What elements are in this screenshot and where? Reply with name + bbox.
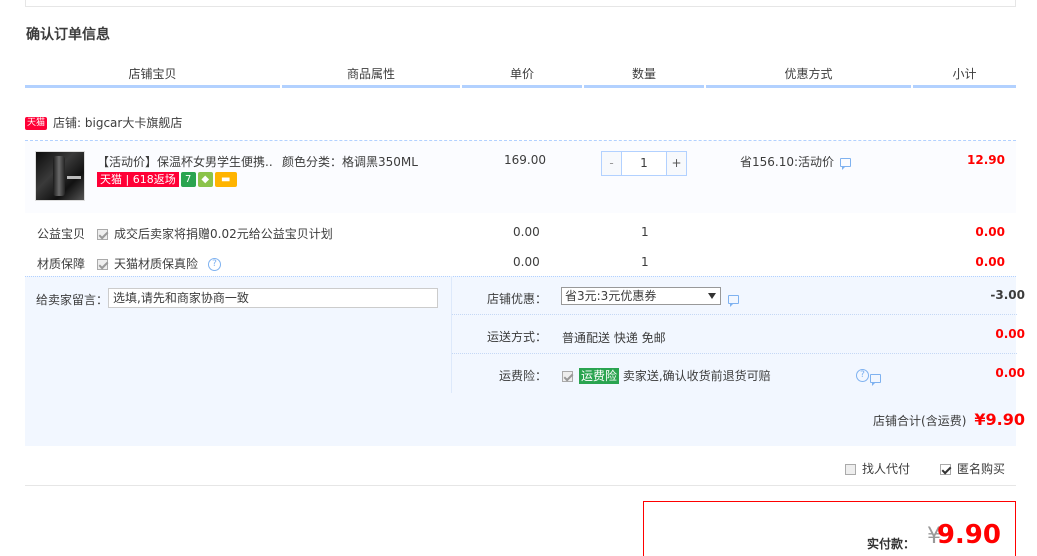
insurance-desc: 卖家送,确认收货前退货可赔 (622, 369, 771, 383)
anonymous-checkbox[interactable] (940, 464, 951, 475)
charity-checkbox[interactable] (97, 229, 108, 240)
store-discount-value: -3.00 (990, 288, 1025, 302)
proxy-pay-checkbox[interactable] (845, 464, 856, 475)
chat-icon[interactable] (840, 158, 852, 170)
service-material: 天猫材质保真险? (97, 255, 222, 272)
material-desc: 天猫材质保真险 (114, 257, 199, 271)
insurance-label: 运费险： (498, 369, 547, 383)
store-discount-label: 店铺优惠： (486, 292, 547, 306)
insurance-amount: 0.00 (995, 366, 1025, 380)
store-total-value: ¥9.90 (974, 410, 1025, 429)
help-icon[interactable]: ? (208, 258, 222, 271)
qty-minus-button[interactable]: - (602, 152, 622, 175)
thumbnail-text-mark (67, 176, 81, 179)
col-attributes: 商品属性 (282, 60, 460, 88)
credit-card-icon[interactable]: ▬ (214, 172, 237, 187)
anonymous-label: 匿名购买 (957, 462, 1006, 476)
service-charity-label: 公益宝贝 (37, 227, 86, 241)
store-name-link[interactable]: 店铺: bigcar大卡旗舰店 (53, 116, 182, 130)
payment-box: 实付款： ¥ 9.90 (643, 501, 1016, 556)
proxy-pay-label: 找人代付 (862, 462, 911, 476)
material-subtotal: 0.00 (975, 255, 1005, 269)
store-total-label: 店铺合计(含运费) (873, 414, 967, 428)
shipping-row: 运送方式： (452, 315, 1017, 354)
tmall-badge: 天猫 (25, 117, 48, 130)
help-icon[interactable]: ? (856, 369, 869, 382)
dropdown-arrow-icon (708, 293, 716, 299)
insurance-checkbox[interactable] (562, 371, 573, 382)
insurance-info: 运费险 卖家送,确认收货前退货可赔 (562, 367, 771, 384)
top-panel-edge (25, 0, 1016, 7)
section-title: 确认订单信息 (26, 27, 110, 43)
message-label: 给卖家留言： (36, 293, 109, 307)
material-qty: 1 (641, 255, 649, 269)
anonymous-option[interactable]: 匿名购买 (940, 460, 1005, 477)
product-attribute: 颜色分类：格调黑350ML (282, 155, 418, 169)
proxy-pay-option[interactable]: 找人代付 (845, 460, 910, 477)
bottle-image (53, 156, 65, 196)
promo-text: 省156.10:活动价 (740, 155, 835, 169)
shipping-amount: 0.00 (995, 327, 1025, 341)
shipping-label: 运送方式： (486, 330, 547, 344)
unit-price: 169.00 (504, 153, 546, 167)
message-input[interactable]: 选填,请先和商家协商一致 (108, 288, 438, 308)
charity-price: 0.00 (513, 225, 540, 239)
shipping-value: 普通配送 快递 免邮 (562, 331, 666, 345)
item-subtotal: 12.90 (967, 153, 1005, 167)
col-discount: 优惠方式 (706, 60, 911, 88)
service-charity: 成交后卖家将捐赠0.02元给公益宝贝计划 (97, 225, 333, 242)
material-price: 0.00 (513, 255, 540, 269)
qty-input[interactable]: 1 (623, 152, 665, 175)
table-header: 店铺宝贝 商品属性 单价 数量 优惠方式 小计 (25, 60, 1016, 88)
product-title-link[interactable]: 【活动价】保温杯女男学生便携... (97, 153, 273, 169)
tmall-618-badge: 天猫 | 618返场 (97, 172, 179, 187)
seven-day-return-icon[interactable]: 7 (180, 172, 196, 187)
material-checkbox[interactable] (97, 259, 108, 270)
store-total: 店铺合计(含运费) ¥9.90 (873, 410, 1025, 429)
store-line: 天猫 店铺: bigcar大卡旗舰店 (25, 113, 182, 133)
store-discount-select[interactable]: 省3元:3元优惠券 (561, 287, 721, 305)
product-thumbnail[interactable] (35, 151, 85, 201)
service-material-label: 材质保障 (37, 257, 86, 271)
payment-label: 实付款： (866, 537, 915, 551)
quantity-stepper: - 1 + (601, 151, 687, 176)
col-store-item: 店铺宝贝 (25, 60, 280, 88)
col-subtotal: 小计 (913, 60, 1016, 88)
promo-discount: 省156.10:活动价 (740, 153, 852, 170)
charity-qty: 1 (641, 225, 649, 239)
col-unit-price: 单价 (462, 60, 582, 88)
insurance-tag: 运费险 (579, 368, 620, 384)
col-quantity: 数量 (584, 60, 704, 88)
product-badges: 天猫 | 618返场 7 ◆ ▬ (97, 172, 237, 188)
options-row: 找人代付 匿名购买 (25, 446, 1016, 486)
payment-amount: 9.90 (936, 520, 1001, 550)
qty-plus-button[interactable]: + (666, 152, 686, 175)
store-discount-selected: 省3元:3元优惠券 (565, 289, 657, 303)
charity-desc: 成交后卖家将捐赠0.02元给公益宝贝计划 (114, 227, 333, 241)
charity-subtotal: 0.00 (975, 225, 1005, 239)
chat-icon[interactable] (869, 374, 881, 386)
chat-icon[interactable] (728, 295, 739, 307)
quality-shield-icon[interactable]: ◆ (197, 172, 213, 187)
